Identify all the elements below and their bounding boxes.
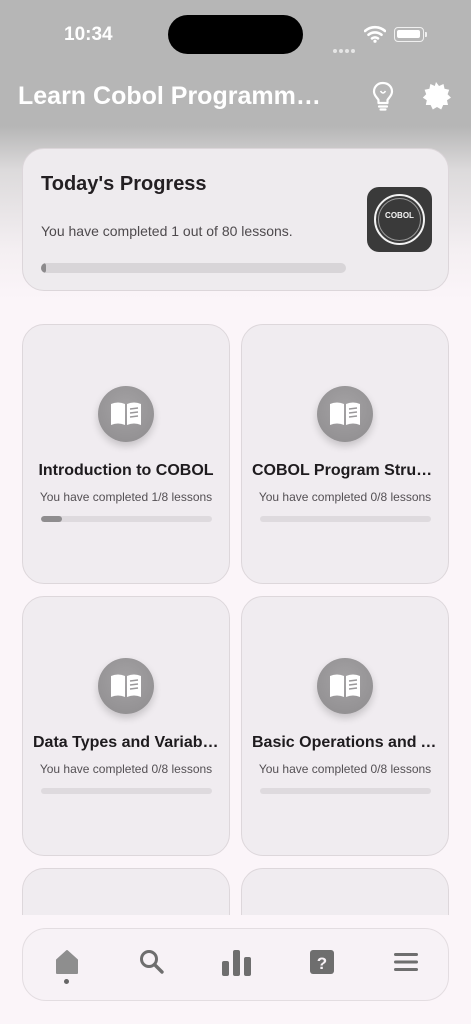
course-card[interactable]: Basic Operations and Arithmetic You have… [241, 596, 449, 856]
tab-search[interactable] [137, 947, 167, 977]
course-progress-fill [41, 516, 63, 522]
active-tab-indicator [64, 979, 69, 984]
lightbulb-icon[interactable] [368, 80, 398, 112]
course-card[interactable]: COBOL Program Structure You have complet… [241, 324, 449, 584]
search-icon [140, 950, 164, 974]
course-title: Basic Operations and Arithmetic [252, 734, 438, 751]
question-icon: ? [310, 950, 334, 974]
course-card[interactable]: Data Types and Variables You have comple… [22, 596, 230, 856]
course-title: COBOL Program Structure [252, 462, 438, 479]
course-summary: You have completed 1/8 lessons [39, 490, 213, 504]
progress-summary: You have completed 1 out of 80 lessons. [41, 223, 293, 239]
bar-chart-icon [222, 950, 251, 976]
course-progress-bar [260, 516, 431, 522]
course-progress-bar [41, 516, 212, 522]
tab-stats[interactable] [220, 947, 251, 977]
book-icon [317, 386, 373, 442]
wifi-icon [363, 25, 387, 47]
course-progress-bar [260, 788, 431, 794]
book-icon [98, 386, 154, 442]
tab-home[interactable] [52, 947, 82, 977]
course-summary: You have completed 0/8 lessons [258, 762, 432, 776]
dynamic-island [168, 15, 303, 54]
book-icon [98, 658, 154, 714]
bottom-tab-bar: ? [22, 928, 449, 1001]
svg-text:?: ? [317, 954, 327, 973]
battery-icon [394, 27, 427, 42]
status-bar: 10:34 [0, 0, 471, 70]
course-progress-bar [41, 788, 212, 794]
menu-icon [394, 953, 418, 971]
home-icon [56, 950, 78, 974]
course-card[interactable]: Introduction to COBOL You have completed… [22, 324, 230, 584]
tab-help[interactable]: ? [307, 947, 337, 977]
gear-badge-icon[interactable] [420, 80, 451, 112]
app-title: Learn Cobol Programming [18, 82, 323, 110]
cobol-logo-text: COBOL [385, 211, 414, 220]
course-summary: You have completed 0/8 lessons [39, 762, 213, 776]
overall-progress-fill [41, 263, 46, 273]
course-summary: You have completed 0/8 lessons [258, 490, 432, 504]
overall-progress-bar [41, 263, 346, 273]
course-title: Data Types and Variables [33, 734, 219, 751]
tab-menu[interactable] [391, 947, 421, 977]
progress-title: Today's Progress [41, 173, 207, 195]
signal-icon [333, 38, 357, 57]
todays-progress-card[interactable]: Today's Progress You have completed 1 ou… [22, 148, 449, 291]
cobol-logo: COBOL [367, 187, 432, 252]
book-icon [317, 658, 373, 714]
status-time: 10:34 [64, 24, 113, 45]
course-title: Introduction to COBOL [38, 462, 214, 479]
